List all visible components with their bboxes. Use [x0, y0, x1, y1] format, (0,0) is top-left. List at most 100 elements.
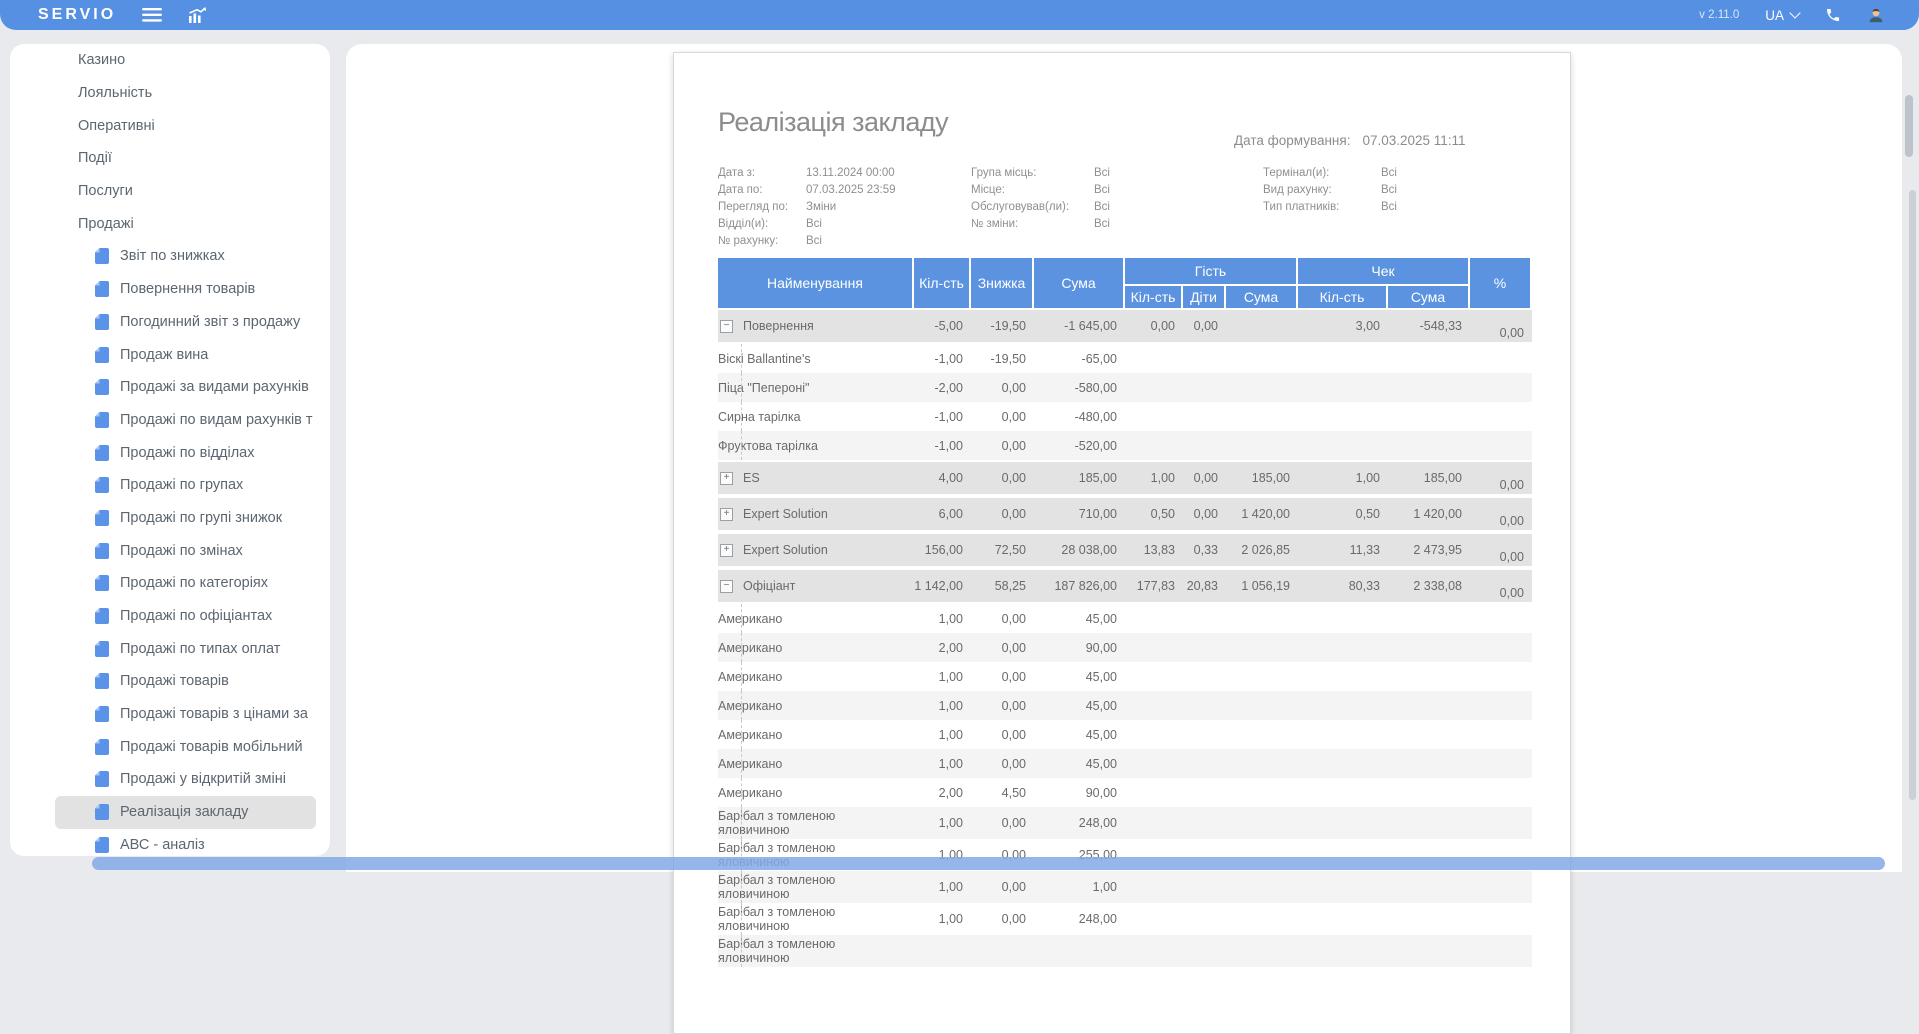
- cell-sum: 248,00: [1034, 807, 1125, 839]
- sidebar-category[interactable]: Послуги: [55, 175, 316, 208]
- sidebar-report-item[interactable]: Продажі у відкритій зміні: [55, 763, 316, 796]
- sidebar-report-item[interactable]: Продажі по групах: [55, 469, 316, 502]
- cell-qty: [914, 935, 971, 967]
- sidebar-report-item[interactable]: Продажі товарів: [55, 665, 316, 698]
- sidebar-report-item[interactable]: Продажі по змінах: [55, 534, 316, 567]
- cell-check-sum: [1388, 633, 1470, 662]
- sidebar-report-item[interactable]: Продажі за видами рахунків: [55, 371, 316, 404]
- row-name-label: Американо: [718, 641, 782, 655]
- cell-check-sum: [1388, 778, 1470, 807]
- reports-chart-icon[interactable]: [188, 7, 207, 23]
- cell-check-sum: [1388, 720, 1470, 749]
- user-avatar[interactable]: [1867, 6, 1885, 24]
- sidebar-report-label: Продажі по видам рахунків т: [120, 412, 313, 428]
- col-header-check-qty: Кіл-сть: [1298, 286, 1388, 308]
- cell-check-qty: [1298, 662, 1388, 691]
- sidebar-report-item[interactable]: Продажі товарів з цінами за: [55, 698, 316, 731]
- row-name-label: Американо: [718, 728, 782, 742]
- row-name-label: Барібал з томленою яловичиною: [718, 809, 835, 837]
- cell-percent: [1470, 778, 1532, 807]
- sidebar-category[interactable]: Оперативні: [55, 109, 316, 142]
- sidebar-report-label: Продажі товарів: [120, 673, 229, 689]
- cell-sum: -520,00: [1034, 431, 1125, 460]
- sidebar-report-item[interactable]: Продажі по групі знижок: [55, 502, 316, 535]
- expand-icon[interactable]: +: [720, 508, 733, 521]
- cell-check-qty: [1298, 402, 1388, 431]
- hamburger-menu-icon[interactable]: [142, 8, 162, 22]
- parameter-row: Група місць:Всі: [971, 165, 1110, 182]
- parameter-value: Всі: [1094, 165, 1110, 182]
- col-header-percent: %: [1470, 258, 1532, 308]
- expand-icon[interactable]: +: [720, 544, 733, 557]
- sidebar-category[interactable]: Казино: [55, 44, 316, 77]
- sidebar-report-item[interactable]: Реалізація закладу: [55, 796, 316, 829]
- sidebar-report-item[interactable]: Повернення товарів: [55, 273, 316, 306]
- sidebar-report-label: Продажі по типах оплат: [120, 641, 280, 657]
- sidebar-report-label: Погодинний звіт з продажу: [120, 314, 300, 330]
- page-horizontal-scrollbar[interactable]: [92, 857, 1885, 870]
- cell-sum: -580,00: [1034, 373, 1125, 402]
- col-header-guest: Гість: [1125, 258, 1298, 286]
- sidebar-category[interactable]: Події: [55, 142, 316, 175]
- sidebar-category[interactable]: Лояльність: [55, 77, 316, 110]
- cell-qty: -1,00: [914, 402, 971, 431]
- col-header-guest-children: Діти: [1183, 286, 1226, 308]
- sidebar-report-label: Продажі товарів мобільний: [120, 739, 303, 755]
- sidebar-report-item[interactable]: Продажі по відділах: [55, 436, 316, 469]
- cell-guest-qty: 0,00: [1125, 308, 1183, 344]
- cell-guest-qty: [1125, 344, 1183, 373]
- cell-percent: [1470, 662, 1532, 691]
- cell-name: Барібал з томленою яловичиною: [718, 903, 914, 935]
- sidebar-report-item[interactable]: Звіт по знижках: [55, 240, 316, 273]
- cell-guest-qty: [1125, 691, 1183, 720]
- cell-check-sum: 2 338,08: [1388, 568, 1470, 604]
- sidebar-report-item[interactable]: Продажі по видам рахунків т: [55, 404, 316, 437]
- page-vertical-scrollbar[interactable]: [1905, 95, 1913, 157]
- main-content-panel: Реалізація закладу Дата формування: 07.0…: [346, 44, 1902, 872]
- phone-icon[interactable]: [1825, 7, 1841, 23]
- cell-name: Барібал з томленою яловичиною: [718, 807, 914, 839]
- row-name-label: Американо: [718, 670, 782, 684]
- cell-guest-children: [1183, 604, 1226, 633]
- sidebar-report-item[interactable]: Погодинний звіт з продажу: [55, 306, 316, 339]
- cell-guest-sum: [1226, 344, 1298, 373]
- cell-guest-sum: 185,00: [1226, 460, 1298, 496]
- parameter-label: Відділ(и):: [718, 216, 806, 233]
- language-selector[interactable]: UA: [1765, 8, 1799, 23]
- sidebar-scrollbar[interactable]: [1909, 190, 1916, 800]
- sidebar-report-item[interactable]: Продаж вина: [55, 338, 316, 371]
- cell-percent: [1470, 720, 1532, 749]
- row-name-label: Віскі Ballantine's: [718, 352, 811, 366]
- cell-name: Американо: [718, 662, 914, 691]
- collapse-icon[interactable]: −: [720, 580, 733, 593]
- sidebar-report-item[interactable]: Продажі по типах оплат: [55, 632, 316, 665]
- cell-guest-children: 0,00: [1183, 460, 1226, 496]
- parameter-value: Всі: [1094, 216, 1110, 233]
- cell-sum: 185,00: [1034, 460, 1125, 496]
- cell-percent: 0,00: [1470, 460, 1532, 496]
- cell-percent: 0,00: [1470, 568, 1532, 604]
- sidebar-report-item[interactable]: Продажі по категоріях: [55, 567, 316, 600]
- cell-percent: [1470, 903, 1532, 935]
- cell-discount: 0,00: [971, 871, 1034, 903]
- sidebar-report-label: Продажі товарів з цінами за: [120, 706, 308, 722]
- parameter-value: Всі: [1381, 199, 1397, 216]
- expand-icon[interactable]: +: [720, 472, 733, 485]
- cell-percent: [1470, 633, 1532, 662]
- sidebar-report-item[interactable]: АВС - аналіз: [55, 829, 316, 857]
- sidebar-category[interactable]: Продажі: [55, 207, 316, 240]
- collapse-icon[interactable]: −: [720, 320, 733, 333]
- sidebar-report-item[interactable]: Продажі товарів мобільний: [55, 730, 316, 763]
- sidebar-report-item[interactable]: Продажі по офіціантах: [55, 600, 316, 633]
- cell-discount: 0,00: [971, 691, 1034, 720]
- cell-name: Американо: [718, 604, 914, 633]
- cell-guest-children: [1183, 402, 1226, 431]
- table-detail-row: Американо2,000,0090,00: [718, 633, 1532, 662]
- parameter-value: Всі: [806, 233, 822, 250]
- sidebar-report-label: Продажі по змінах: [120, 543, 243, 559]
- cell-name: +ES: [718, 460, 914, 496]
- cell-guest-qty: [1125, 604, 1183, 633]
- table-detail-row: Американо1,000,0045,00: [718, 749, 1532, 778]
- cell-percent: 0,00: [1470, 308, 1532, 344]
- cell-name: −Офіціант: [718, 568, 914, 604]
